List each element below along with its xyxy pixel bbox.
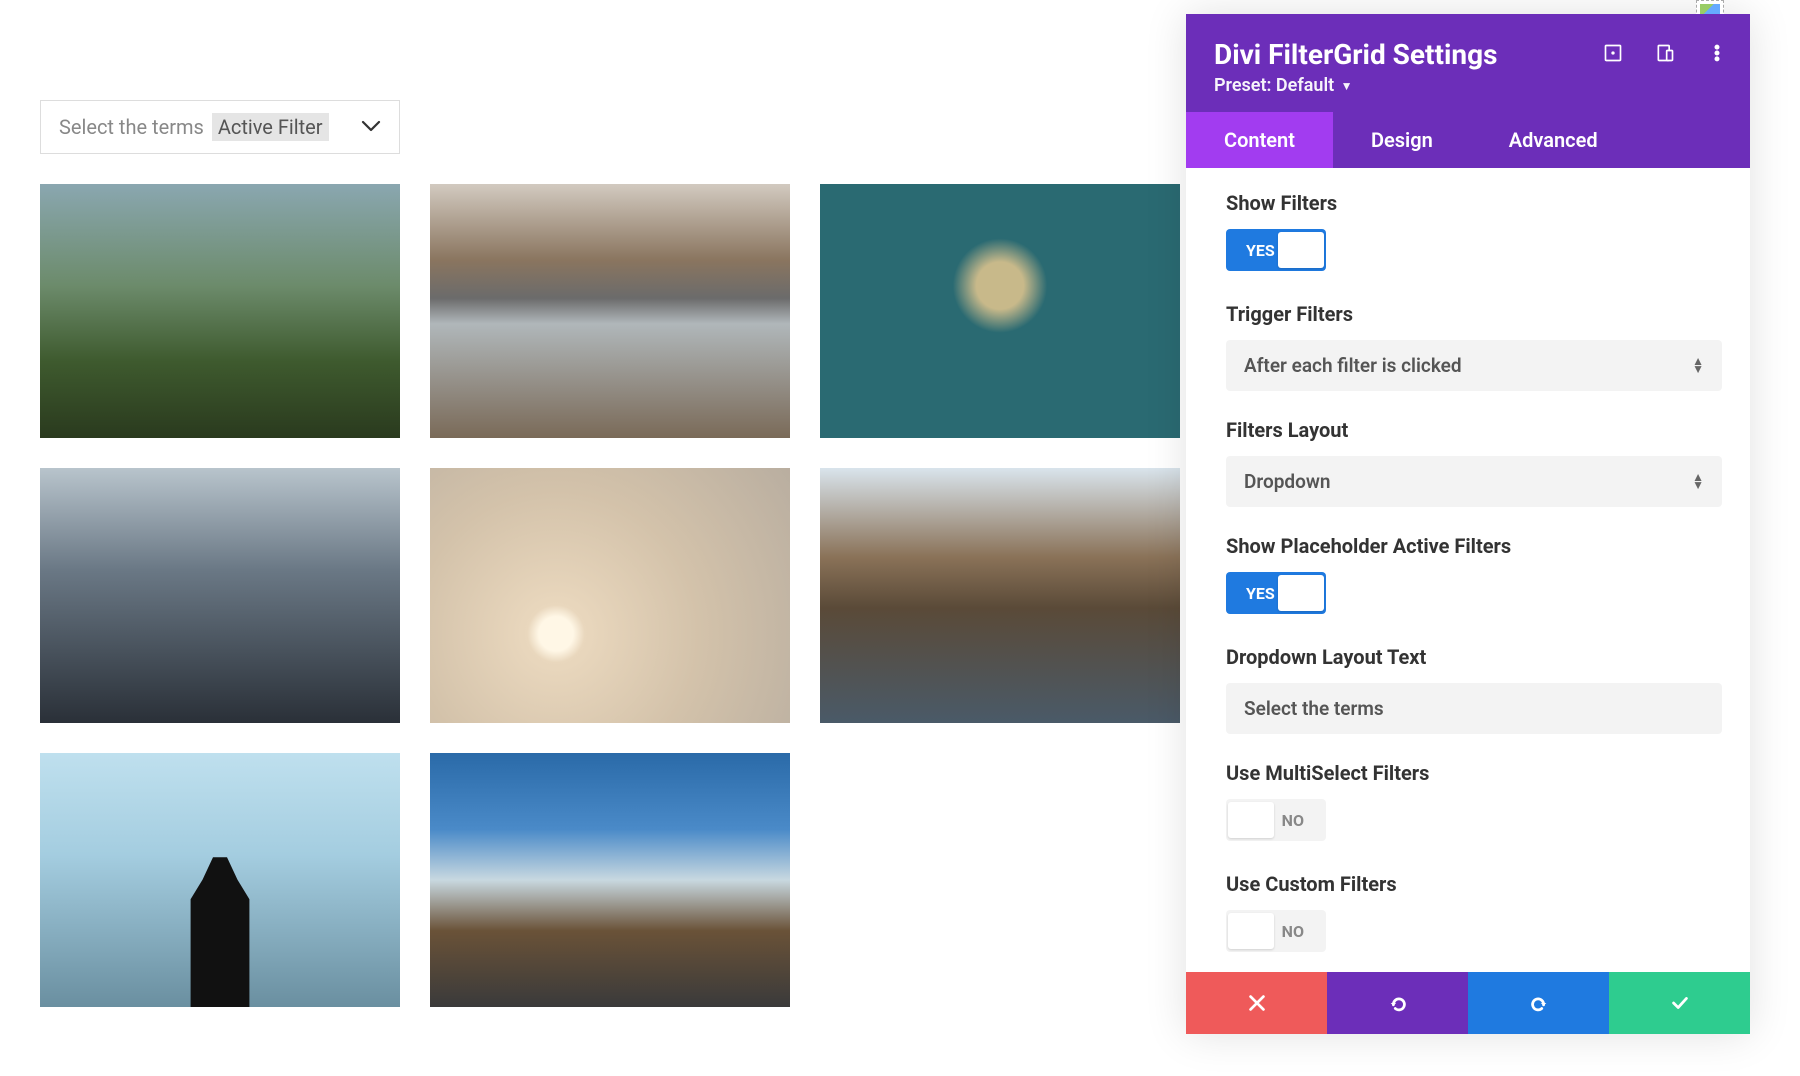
main-content-area: Select the terms Active Filter	[0, 0, 1180, 1047]
caret-down-icon: ▼	[1341, 79, 1353, 93]
field-filters-layout: Filters Layout Dropdown ▲▼	[1226, 417, 1722, 507]
dropdown-layout-text-input[interactable]	[1226, 683, 1722, 734]
grid-item[interactable]	[430, 753, 790, 1007]
field-label: Use MultiSelect Filters	[1226, 760, 1546, 787]
expand-icon[interactable]	[1602, 42, 1624, 64]
grid-item[interactable]	[820, 184, 1180, 438]
responsive-preview-icon[interactable]	[1654, 42, 1676, 64]
grid-item[interactable]	[40, 753, 400, 1007]
field-show-filters: Show Filters YES	[1226, 190, 1722, 275]
tab-design[interactable]: Design	[1333, 112, 1471, 168]
field-use-multiselect: Use MultiSelect Filters NO	[1226, 760, 1722, 845]
select-arrows-icon: ▲▼	[1692, 358, 1704, 372]
cancel-button[interactable]	[1186, 972, 1327, 1034]
trigger-filters-select[interactable]: After each filter is clicked ▲▼	[1226, 340, 1722, 391]
filters-layout-select[interactable]: Dropdown ▲▼	[1226, 456, 1722, 507]
chevron-down-icon	[361, 117, 381, 138]
grid-item[interactable]	[40, 468, 400, 722]
use-custom-filters-toggle[interactable]: NO	[1226, 910, 1326, 952]
undo-button[interactable]	[1327, 972, 1468, 1034]
show-placeholder-active-toggle[interactable]: YES	[1226, 572, 1326, 614]
settings-panel: Divi FilterGrid Settings Preset: Default…	[1186, 14, 1750, 1034]
field-show-placeholder-active: Show Placeholder Active Filters YES	[1226, 533, 1722, 618]
redo-button[interactable]	[1468, 972, 1609, 1034]
preset-selector[interactable]: Preset: Default ▼	[1214, 75, 1722, 96]
field-trigger-filters: Trigger Filters After each filter is cli…	[1226, 301, 1722, 391]
more-options-icon[interactable]	[1706, 42, 1728, 64]
use-multiselect-toggle[interactable]: NO	[1226, 799, 1326, 841]
tab-advanced[interactable]: Advanced	[1471, 112, 1636, 168]
save-button[interactable]	[1609, 972, 1750, 1034]
grid-item[interactable]	[40, 184, 400, 438]
grid-item[interactable]	[430, 184, 790, 438]
panel-header: Divi FilterGrid Settings Preset: Default…	[1186, 14, 1750, 112]
field-label: Use Custom Filters	[1226, 871, 1546, 898]
tab-content[interactable]: Content	[1186, 112, 1333, 168]
field-label: Show Filters	[1226, 190, 1546, 217]
field-use-custom-filters: Use Custom Filters NO	[1226, 871, 1722, 956]
grid-item[interactable]	[430, 468, 790, 722]
field-label: Dropdown Layout Text	[1226, 644, 1546, 671]
field-label: Show Placeholder Active Filters	[1226, 533, 1546, 560]
field-dropdown-layout-text: Dropdown Layout Text	[1226, 644, 1722, 734]
image-grid	[40, 184, 1180, 1007]
panel-footer	[1186, 972, 1750, 1034]
select-arrows-icon: ▲▼	[1692, 474, 1704, 488]
field-label: Trigger Filters	[1226, 301, 1546, 328]
terms-filter-dropdown[interactable]: Select the terms Active Filter	[40, 100, 400, 154]
active-filter-chip: Active Filter	[212, 113, 329, 141]
filter-placeholder-text: Select the terms	[59, 115, 204, 139]
panel-body[interactable]: Show Filters YES Trigger Filters After e…	[1186, 168, 1750, 972]
field-label: Filters Layout	[1226, 417, 1546, 444]
grid-item[interactable]	[820, 468, 1180, 722]
show-filters-toggle[interactable]: YES	[1226, 229, 1326, 271]
panel-tabs: Content Design Advanced	[1186, 112, 1750, 168]
